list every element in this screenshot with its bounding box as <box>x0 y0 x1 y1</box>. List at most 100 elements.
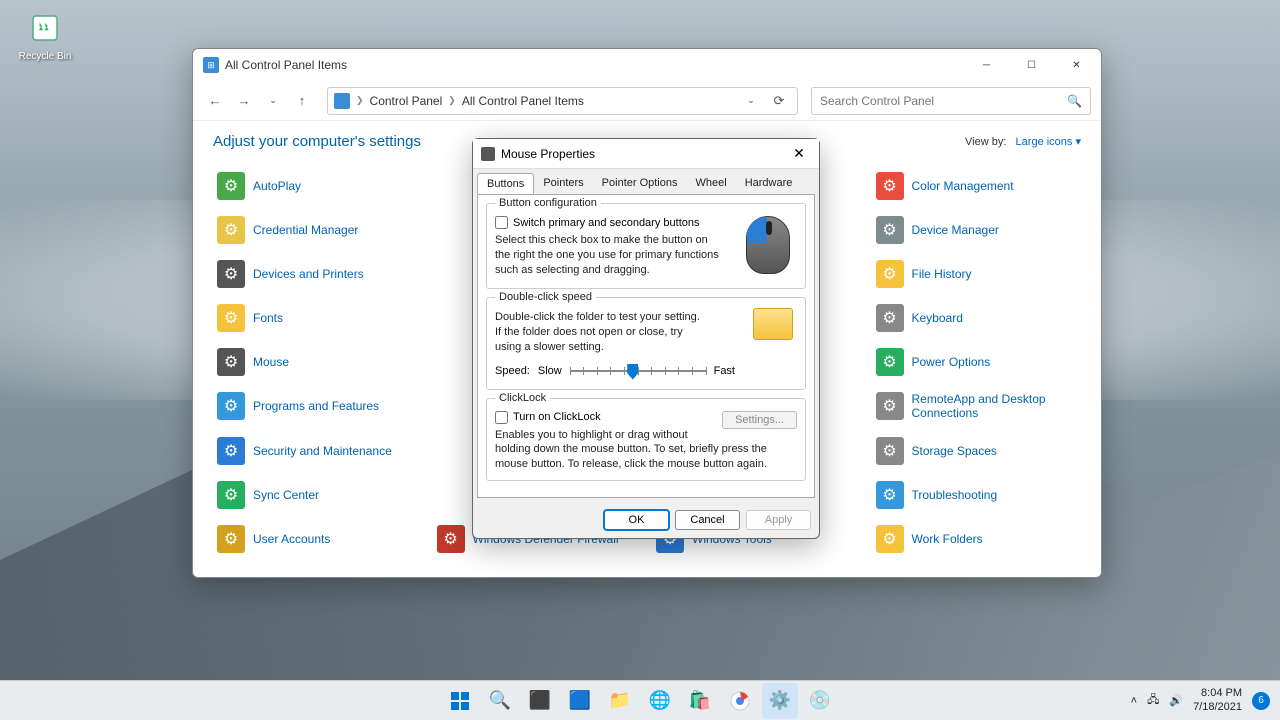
volume-icon[interactable]: 🔊 <box>1169 694 1183 707</box>
nav-toolbar: ← → ⌄ ↑ ❯ Control Panel ❯ All Control Pa… <box>193 81 1101 121</box>
titlebar[interactable]: ⊞ All Control Panel Items ─ ☐ ✕ <box>193 49 1101 81</box>
cp-item-label: Credential Manager <box>253 223 358 237</box>
cp-item-icon: ⚙ <box>876 348 904 376</box>
cp-item-icon: ⚙ <box>217 172 245 200</box>
cp-item[interactable]: ⚙Device Manager <box>872 210 1082 250</box>
cp-item[interactable]: ⚙ RemoteApp and Desktop Connections <box>872 386 1082 427</box>
cp-item-label: Power Options <box>912 355 991 369</box>
test-folder-icon[interactable] <box>753 308 793 340</box>
cp-item[interactable]: ⚙ Power Options <box>872 342 1082 382</box>
group-title: Double-click speed <box>495 291 596 303</box>
app-taskbar-button[interactable]: 💿 <box>802 683 838 719</box>
cp-item-icon: ⚙ <box>217 392 245 420</box>
dialog-close-button[interactable]: ✕ <box>787 142 811 166</box>
store-button[interactable]: 🛍️ <box>682 683 718 719</box>
cp-item-icon: ⚙ <box>876 172 904 200</box>
widgets-button[interactable]: 🟦 <box>562 683 598 719</box>
cp-item-icon: ⚙ <box>876 392 904 420</box>
file-explorer-button[interactable]: 📁 <box>602 683 638 719</box>
cp-item[interactable]: ⚙Security and Maintenance <box>213 431 423 471</box>
chevron-right-icon: ❯ <box>356 95 364 106</box>
cp-item[interactable]: ⚙Sync Center <box>213 475 423 515</box>
switch-buttons-row[interactable]: Switch primary and secondary buttons <box>495 216 725 229</box>
cp-item[interactable]: ⚙ User Accounts <box>213 519 423 559</box>
edge-button[interactable]: 🌐 <box>642 683 678 719</box>
tab-wheel[interactable]: Wheel <box>687 173 736 194</box>
cp-item-icon: ⚙ <box>217 348 245 376</box>
dialog-title: Mouse Properties <box>501 147 595 161</box>
ok-button[interactable]: OK <box>604 510 669 530</box>
clicklock-row[interactable]: Turn on ClickLock <box>495 411 722 424</box>
tray-chevron-icon[interactable]: ˄ <box>1131 695 1137 707</box>
cp-item-label: Troubleshooting <box>912 488 998 502</box>
clicklock-checkbox[interactable] <box>495 411 508 424</box>
cp-item[interactable]: ⚙Keyboard <box>872 298 1082 338</box>
search-button[interactable]: 🔍 <box>482 683 518 719</box>
clicklock-label: Turn on ClickLock <box>513 411 601 423</box>
apply-button[interactable]: Apply <box>746 510 811 530</box>
task-view-button[interactable]: ⬛ <box>522 683 558 719</box>
cp-item[interactable]: ⚙Programs and Features <box>213 386 423 427</box>
mouse-preview-image <box>740 212 795 282</box>
cp-item[interactable]: ⚙Mouse <box>213 342 423 382</box>
switch-buttons-checkbox[interactable] <box>495 216 508 229</box>
breadcrumb-1[interactable]: All Control Panel Items <box>462 94 584 108</box>
speed-label: Speed: <box>495 365 530 377</box>
slow-label: Slow <box>538 365 562 377</box>
cp-item[interactable]: ⚙AutoPlay <box>213 166 423 206</box>
cp-item[interactable]: ⚙Color Management <box>872 166 1082 206</box>
speed-slider[interactable] <box>570 361 706 381</box>
view-by-dropdown[interactable]: Large icons ▾ <box>1016 136 1081 148</box>
button-config-desc: Select this check box to make the button… <box>495 233 725 278</box>
back-button[interactable]: ← <box>203 89 227 113</box>
desktop-icon-recycle-bin[interactable]: Recycle Bin <box>15 10 75 62</box>
slider-thumb[interactable] <box>627 364 638 380</box>
cp-item[interactable]: ⚙Troubleshooting <box>872 475 1082 515</box>
recycle-bin-label: Recycle Bin <box>15 51 75 62</box>
minimize-button[interactable]: ─ <box>964 50 1009 80</box>
tab-hardware[interactable]: Hardware <box>736 173 802 194</box>
breadcrumb-0[interactable]: Control Panel <box>370 94 443 108</box>
control-panel-icon: ⊞ <box>203 57 219 73</box>
search-input[interactable] <box>820 94 1067 108</box>
cp-item[interactable]: ⚙ Credential Manager <box>213 210 423 250</box>
clicklock-desc: Enables you to highlight or drag without… <box>495 428 797 473</box>
cp-item-label: User Accounts <box>253 532 330 546</box>
start-button[interactable] <box>442 683 478 719</box>
cp-item-icon: ⚙ <box>217 216 245 244</box>
forward-button[interactable]: → <box>232 89 256 113</box>
addr-dropdown[interactable]: ⌄ <box>739 89 763 113</box>
cp-item[interactable]: ⚙Fonts <box>213 298 423 338</box>
cp-item-icon: ⚙ <box>217 304 245 332</box>
chrome-button[interactable] <box>722 683 758 719</box>
cp-item-label: RemoteApp and Desktop Connections <box>912 392 1078 421</box>
cp-item[interactable]: ⚙Work Folders <box>872 519 1082 559</box>
cp-item-label: File History <box>912 267 972 281</box>
close-button[interactable]: ✕ <box>1054 50 1099 80</box>
network-icon[interactable]: 🖧 <box>1147 691 1159 710</box>
clock[interactable]: 8:04 PM 7/18/2021 <box>1193 687 1242 713</box>
maximize-button[interactable]: ☐ <box>1009 50 1054 80</box>
cp-item-icon: ⚙ <box>876 437 904 465</box>
tab-pointers[interactable]: Pointers <box>534 173 592 194</box>
tab-buttons[interactable]: Buttons <box>477 173 534 195</box>
refresh-button[interactable]: ⟳ <box>767 89 791 113</box>
address-bar[interactable]: ❯ Control Panel ❯ All Control Panel Item… <box>327 87 798 115</box>
cp-item-label: Keyboard <box>912 311 963 325</box>
cp-item[interactable]: ⚙Devices and Printers <box>213 254 423 294</box>
notification-badge[interactable]: 6 <box>1252 692 1270 710</box>
up-button[interactable]: ↑ <box>290 89 314 113</box>
recent-dropdown[interactable]: ⌄ <box>261 89 285 113</box>
cp-item[interactable]: ⚙File History <box>872 254 1082 294</box>
cp-item[interactable]: ⚙Storage Spaces <box>872 431 1082 471</box>
group-title: Button configuration <box>495 197 601 209</box>
cp-item-icon: ⚙ <box>217 525 245 553</box>
cancel-button[interactable]: Cancel <box>675 510 740 530</box>
cp-item-icon: ⚙ <box>876 525 904 553</box>
clicklock-settings-button[interactable]: Settings... <box>722 411 797 429</box>
control-panel-taskbar-button[interactable]: ⚙️ <box>762 683 798 719</box>
tab-pointer-options[interactable]: Pointer Options <box>593 173 687 194</box>
window-title: All Control Panel Items <box>225 58 347 72</box>
search-box[interactable]: 🔍 <box>811 87 1091 115</box>
dialog-titlebar[interactable]: Mouse Properties ✕ <box>473 139 819 169</box>
